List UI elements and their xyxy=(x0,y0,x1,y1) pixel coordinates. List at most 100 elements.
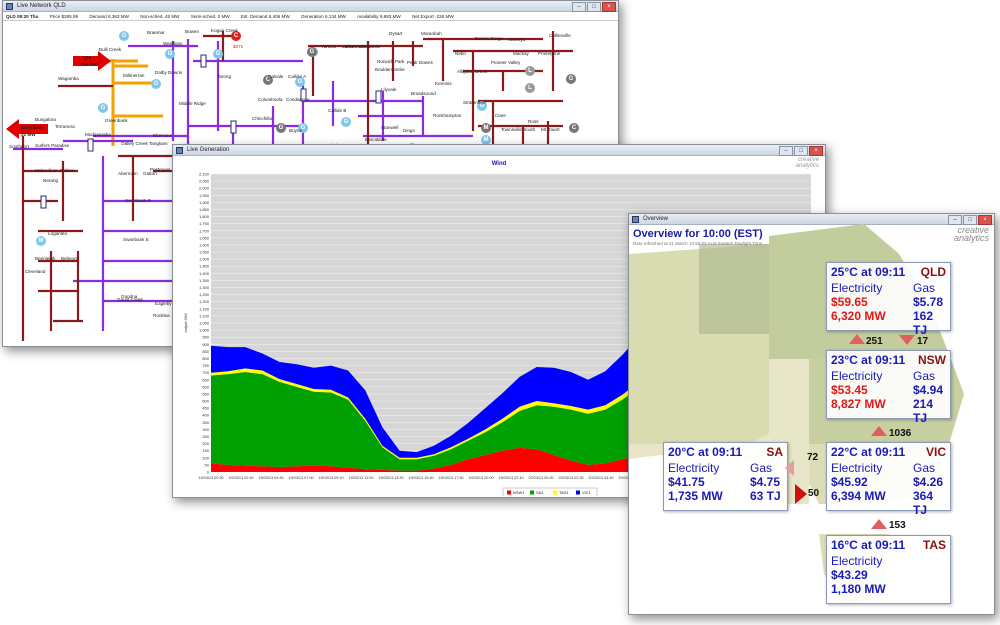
legend-swatch[interactable] xyxy=(530,490,534,495)
y-tick-label: 150 xyxy=(202,448,209,453)
region-name: QLD xyxy=(920,265,946,279)
generator-icon[interactable]: G xyxy=(213,49,223,59)
generator-icon[interactable]: G xyxy=(165,49,175,59)
electricity-label: Electricity xyxy=(831,461,883,475)
electricity-price: $43.29 xyxy=(831,568,868,582)
y-tick-label: 700 xyxy=(202,370,209,375)
region-card-tas[interactable]: 16°C at 09:11 TAS Electricity $43.29 1,1… xyxy=(826,535,951,604)
place-label: Loganlea xyxy=(48,231,67,236)
region-temp: 23°C at 09:11 xyxy=(831,353,906,367)
place-label: Proserpine xyxy=(538,51,561,56)
overview-title: Overview for 10:00 (EST) xyxy=(633,228,763,240)
generator-icon[interactable]: G xyxy=(566,74,576,84)
place-label: Strathmore xyxy=(463,100,486,105)
close-button[interactable]: × xyxy=(602,2,616,12)
status-est-demand: Est. Demand 6,406 MW xyxy=(240,14,290,19)
generator-icon[interactable]: G xyxy=(276,123,286,133)
place-label: Wagamba xyxy=(58,76,79,81)
generator-icon[interactable]: G xyxy=(307,47,317,57)
generator-icon[interactable]: M xyxy=(36,236,46,246)
region-card-qld[interactable]: 25°C at 09:11 QLD Electricity $59.65 6,3… xyxy=(826,262,951,337)
place-label: Bowen xyxy=(185,29,200,34)
generation-titlebar[interactable]: Live Generation – □ × xyxy=(173,145,825,156)
place-label: Calvale xyxy=(268,74,284,79)
generator-icon[interactable]: C xyxy=(569,123,579,133)
legend-swatch[interactable] xyxy=(576,490,580,495)
legend-label: NSW1 xyxy=(513,490,525,495)
electricity-price: $53.45 xyxy=(831,383,868,397)
generator-icon[interactable]: L xyxy=(525,83,535,93)
y-tick-label: 950 xyxy=(202,335,209,340)
place-label: Southport xyxy=(9,144,29,149)
flow-label: 72 xyxy=(807,452,819,463)
place-label: Lilyvale xyxy=(381,87,397,92)
region-temp: 25°C at 09:11 xyxy=(831,265,906,279)
place-label: Ebenezer xyxy=(153,133,173,138)
place-label: Rocklea xyxy=(153,313,170,318)
y-tick-label: 300 xyxy=(202,427,209,432)
generator-icon[interactable]: G xyxy=(98,103,108,113)
x-tick-label: 19/03/13 04:50 xyxy=(258,476,283,480)
generator-icon[interactable]: M xyxy=(481,123,491,133)
place-label: Columboola xyxy=(258,97,283,102)
region-temp: 22°C at 09:11 xyxy=(831,445,906,459)
place-label: Mt Stuart xyxy=(541,127,560,132)
x-tick-label: 19/03/13 00:30 xyxy=(198,476,223,480)
qni-arrow xyxy=(73,51,111,71)
close-button[interactable]: × xyxy=(809,146,823,156)
status-semisched: Semi-sched. 0 MW xyxy=(190,14,230,19)
place-label: Tarong xyxy=(217,74,232,79)
place-label: Kareeya xyxy=(508,37,526,42)
place-label: Kogan Creek xyxy=(211,28,238,33)
y-tick-label: 2,100 xyxy=(199,172,210,177)
flow-label: 153 xyxy=(889,520,906,531)
region-card-nsw[interactable]: 23°C at 09:11 NSW Electricity $53.45 8,8… xyxy=(826,350,951,425)
maximize-button[interactable]: □ xyxy=(587,2,601,12)
network-titlebar[interactable]: Live Network QLD – □ × xyxy=(3,1,618,12)
x-tick-label: 19/03/13 07:00 xyxy=(288,476,313,480)
place-label: Broadsound xyxy=(411,91,436,96)
maximize-button[interactable]: □ xyxy=(794,146,808,156)
y-tick-label: 1,350 xyxy=(199,278,210,283)
overview-window: Overview for 10:00 (EST) Overview – □ × … xyxy=(628,213,995,615)
minimize-button[interactable]: – xyxy=(572,2,586,12)
place-label: Goodna xyxy=(121,294,138,299)
legend-swatch[interactable] xyxy=(553,490,557,495)
x-tick-label: 20/03/13 00:20 xyxy=(528,476,553,480)
y-tick-label: 50 xyxy=(205,462,210,467)
status-availability: Availability 9,983 MW xyxy=(356,14,401,19)
y-tick-label: 1,550 xyxy=(199,250,210,255)
place-label: Boyne xyxy=(289,128,303,133)
generator-icon[interactable]: G xyxy=(151,79,161,89)
directlink-name: Directlink xyxy=(21,125,42,130)
place-label: Mackay xyxy=(513,51,529,56)
gas-price: $4.26 xyxy=(913,475,944,489)
y-tick-label: 1,150 xyxy=(199,306,210,311)
generator-icon[interactable]: G xyxy=(119,31,129,41)
place-label: Abermain xyxy=(118,171,138,176)
minimize-button[interactable]: – xyxy=(779,146,793,156)
app-icon xyxy=(6,3,13,10)
region-name: TAS xyxy=(922,538,946,552)
y-tick-label: 1,450 xyxy=(199,264,210,269)
region-card-sa[interactable]: 20°C at 09:11 SA Electricity $41.75 1,73… xyxy=(663,442,788,511)
window-title: Live Network QLD xyxy=(17,3,66,9)
electricity-label: Electricity xyxy=(831,554,883,568)
legend-swatch[interactable] xyxy=(507,490,511,495)
status-price: Price $285.99 xyxy=(49,14,79,19)
place-label: Bungalora xyxy=(35,117,56,122)
place-label: Millmerran xyxy=(123,73,145,78)
gas-label: Gas xyxy=(750,461,773,475)
y-tick-label: 250 xyxy=(202,434,209,439)
generator-icon[interactable]: G xyxy=(341,117,351,127)
y-tick-label: 1,250 xyxy=(199,292,210,297)
status-region: QLD 09:20 Thu xyxy=(6,14,39,19)
place-label: Mudgeeraba xyxy=(85,132,111,137)
y-tick-label: 850 xyxy=(202,349,209,354)
region-card-vic[interactable]: 22°C at 09:11 VIC Electricity $45.92 6,3… xyxy=(826,442,951,517)
x-tick-label: 19/03/13 13:30 xyxy=(378,476,403,480)
x-tick-label: 19/03/13 15:40 xyxy=(408,476,433,480)
gas-volume: 364 TJ xyxy=(913,489,934,517)
y-tick-label: 750 xyxy=(202,363,209,368)
generator-icon[interactable]: L xyxy=(525,66,535,76)
